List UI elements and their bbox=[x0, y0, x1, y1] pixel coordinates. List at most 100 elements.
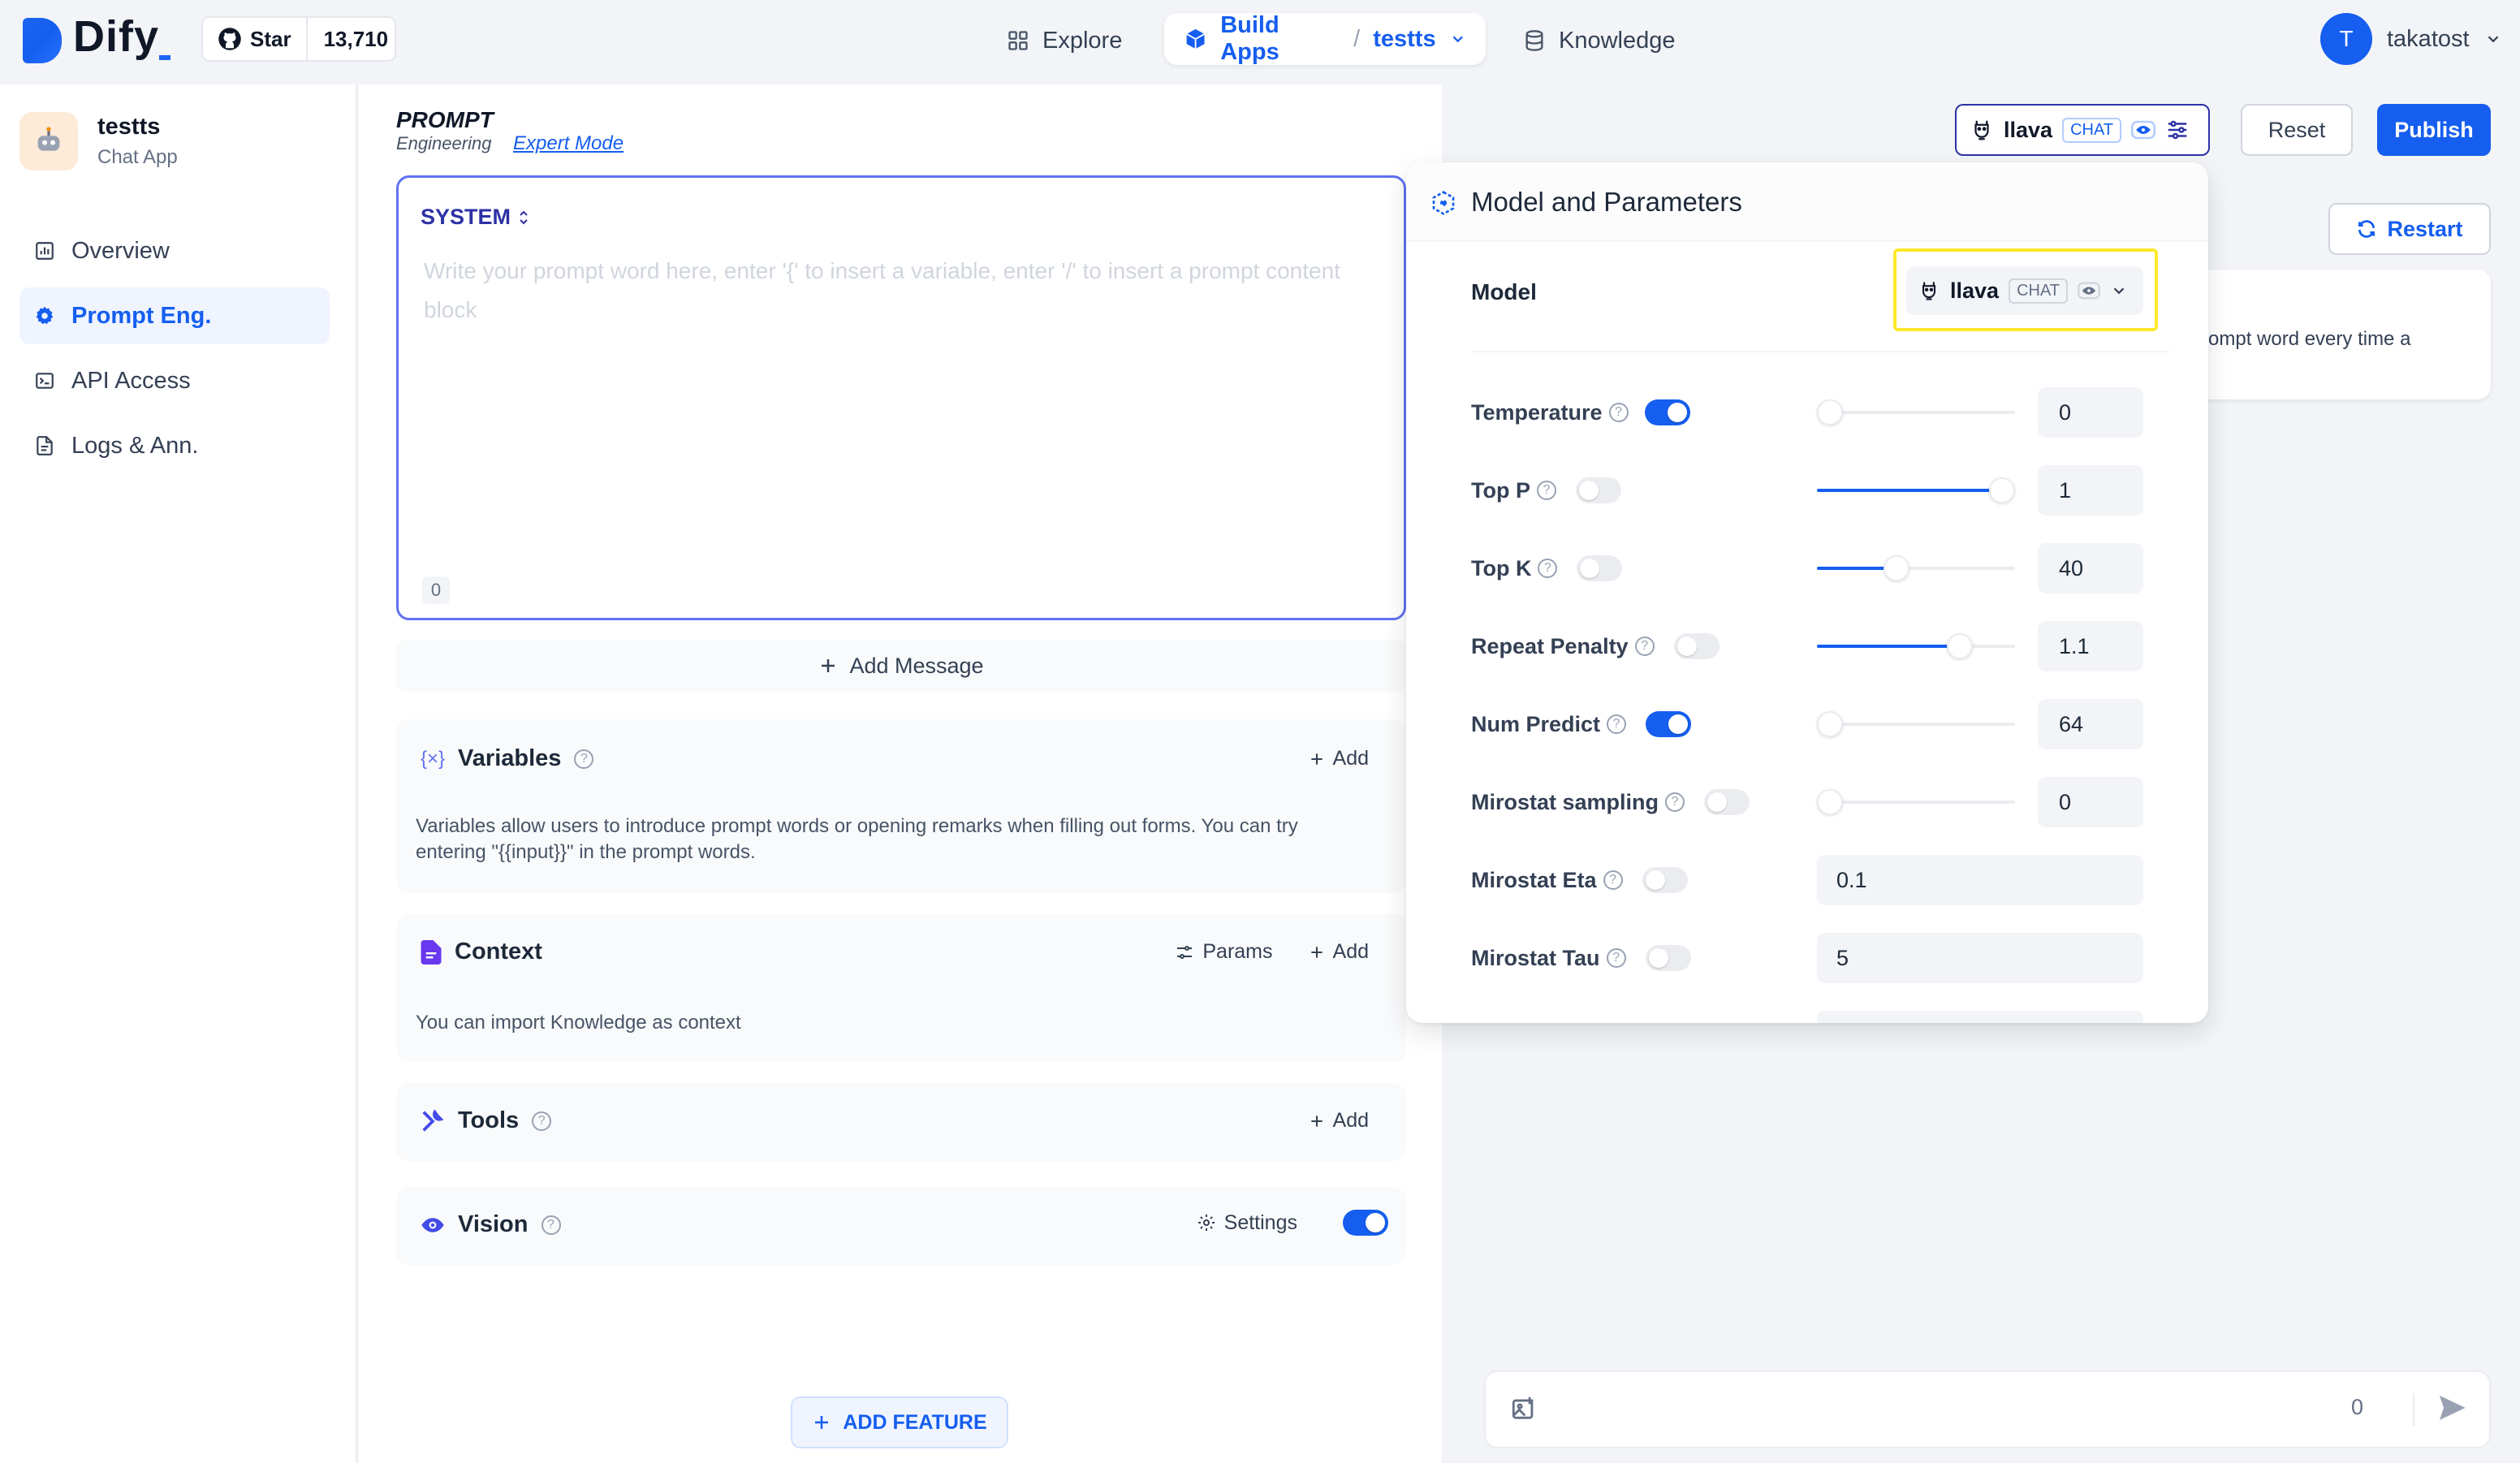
nav-knowledge[interactable]: Knowledge bbox=[1523, 16, 1676, 65]
param-value-input[interactable]: 5 bbox=[1817, 933, 2143, 983]
nav-build-apps-label: Build Apps bbox=[1220, 12, 1279, 65]
context-add-button[interactable]: Add bbox=[1309, 940, 1369, 964]
param-num-predict: Num Predict ? bbox=[1471, 711, 1692, 737]
help-icon[interactable]: ? bbox=[532, 1111, 552, 1131]
param-toggle[interactable] bbox=[1704, 789, 1750, 815]
github-star-widget[interactable]: Star 13,710 bbox=[201, 16, 396, 62]
dify-logo-mark[interactable] bbox=[23, 18, 62, 63]
plus-icon bbox=[1310, 946, 1323, 958]
avatar[interactable]: T bbox=[2320, 13, 2372, 65]
vision-settings-button[interactable]: Settings bbox=[1197, 1211, 1297, 1235]
param-slider[interactable] bbox=[1817, 555, 2015, 581]
param-value-input[interactable]: 0 bbox=[2038, 777, 2143, 827]
variables-add-button[interactable]: Add bbox=[1309, 747, 1369, 770]
brand-underscore bbox=[159, 55, 170, 60]
param-mirostat-tau: Mirostat Tau ? bbox=[1471, 945, 1691, 971]
param-toggle[interactable] bbox=[1642, 867, 1688, 893]
chevron-down-icon[interactable] bbox=[1449, 30, 1466, 48]
param-value-input-partial bbox=[1817, 1011, 2143, 1023]
send-icon[interactable] bbox=[2436, 1392, 2468, 1424]
publish-button[interactable]: Publish bbox=[2377, 104, 2491, 156]
nav-build-apps[interactable]: Build Apps / testts bbox=[1164, 12, 1486, 65]
app-name: testts bbox=[97, 114, 161, 140]
param-toggle[interactable] bbox=[1575, 477, 1621, 503]
sidebar-item-label: Overview bbox=[71, 237, 170, 264]
sidebar-item-logs[interactable]: Logs & Ann. bbox=[19, 417, 330, 474]
chevron-down-icon bbox=[2488, 36, 2498, 43]
tools-card: Tools ? Add bbox=[396, 1083, 1406, 1161]
sidebar-item-prompt-eng[interactable]: Prompt Eng. bbox=[19, 287, 330, 344]
star-label: Star bbox=[250, 26, 291, 51]
add-label: Add bbox=[1332, 1109, 1369, 1132]
param-toggle[interactable] bbox=[1646, 711, 1692, 737]
param-top-p: Top P ? bbox=[1471, 477, 1621, 503]
param-slider[interactable] bbox=[1817, 789, 2015, 815]
nav-explore[interactable]: Explore bbox=[1007, 16, 1122, 65]
system-prompt-box[interactable] bbox=[396, 175, 1406, 620]
help-icon[interactable]: ? bbox=[1607, 714, 1627, 734]
param-label: Repeat Penalty bbox=[1471, 633, 1629, 658]
help-icon[interactable]: ? bbox=[1665, 792, 1685, 812]
model-name: llava bbox=[2004, 117, 2053, 142]
param-value-input[interactable]: 1 bbox=[2038, 465, 2143, 516]
help-icon[interactable]: ? bbox=[1603, 870, 1623, 890]
help-icon[interactable]: ? bbox=[1538, 559, 1558, 578]
context-description: You can import Knowledge as context bbox=[416, 1012, 741, 1034]
sliders-icon[interactable] bbox=[2165, 118, 2190, 142]
help-icon[interactable]: ? bbox=[1536, 481, 1556, 500]
help-icon[interactable]: ? bbox=[574, 749, 594, 769]
input-char-count: 0 bbox=[2351, 1395, 2364, 1419]
param-toggle[interactable] bbox=[1577, 555, 1623, 581]
top-bar: Dify Star 13,710 Explore Build Apps / te… bbox=[0, 0, 2520, 84]
page-title: PROMPT bbox=[396, 107, 494, 132]
add-feature-label: ADD FEATURE bbox=[843, 1410, 987, 1434]
help-icon[interactable]: ? bbox=[541, 1215, 561, 1235]
variables-card: {×} Variables ? Add Variables allow user… bbox=[396, 719, 1406, 893]
param-toggle[interactable] bbox=[1645, 945, 1691, 971]
param-slider[interactable] bbox=[1817, 633, 2015, 659]
sidebar-item-overview[interactable]: Overview bbox=[19, 222, 330, 279]
tools-add-button[interactable]: Add bbox=[1309, 1109, 1369, 1133]
add-feature-button[interactable]: ADD FEATURE bbox=[791, 1396, 1008, 1448]
restart-button[interactable]: Restart bbox=[2328, 203, 2491, 255]
terminal-icon bbox=[36, 373, 54, 389]
param-value-input[interactable]: 40 bbox=[2038, 543, 2143, 593]
param-value-input[interactable]: 0 bbox=[2038, 387, 2143, 438]
image-upload-icon[interactable] bbox=[1510, 1395, 1538, 1422]
param-slider[interactable] bbox=[1817, 711, 2015, 737]
expert-mode-link[interactable]: Expert Mode bbox=[513, 132, 624, 155]
reset-button[interactable]: Reset bbox=[2241, 104, 2353, 156]
param-value-input[interactable]: 0.1 bbox=[1817, 855, 2143, 905]
help-icon[interactable]: ? bbox=[1634, 637, 1655, 656]
user-name: takatost bbox=[2387, 25, 2470, 52]
param-slider[interactable] bbox=[1817, 399, 2015, 425]
current-app-name[interactable]: testts bbox=[1373, 26, 1435, 53]
llama-icon bbox=[1922, 282, 1936, 300]
chat-input[interactable] bbox=[1484, 1370, 2491, 1448]
param-value-input[interactable]: 1.1 bbox=[2038, 621, 2143, 671]
grid-icon bbox=[1008, 31, 1028, 50]
user-menu[interactable]: T takatost bbox=[2320, 13, 2502, 65]
model-selector-chip[interactable]: llava CHAT bbox=[1955, 104, 2210, 156]
param-label: Mirostat sampling bbox=[1471, 789, 1659, 814]
param-label: Top P bbox=[1471, 477, 1530, 503]
help-icon[interactable]: ? bbox=[1608, 403, 1629, 422]
brand-name[interactable]: Dify bbox=[73, 11, 159, 62]
param-toggle[interactable] bbox=[1673, 633, 1720, 659]
variable-icon: {×} bbox=[421, 747, 446, 770]
role-selector[interactable]: SYSTEM bbox=[421, 205, 530, 230]
vision-card: Vision ? Settings bbox=[396, 1187, 1406, 1265]
context-params-button[interactable]: Params bbox=[1175, 940, 1273, 964]
param-value-input[interactable]: 64 bbox=[2038, 699, 2143, 749]
sidebar-item-label: Prompt Eng. bbox=[71, 302, 212, 329]
param-mirostat-eta: Mirostat Eta ? bbox=[1471, 867, 1688, 893]
plus-icon bbox=[815, 1416, 829, 1429]
param-slider[interactable] bbox=[1817, 477, 2015, 503]
add-message-button[interactable]: Add Message bbox=[396, 640, 1406, 692]
system-prompt-input[interactable]: Write your prompt word here, enter '{' t… bbox=[424, 252, 1366, 330]
help-icon[interactable]: ? bbox=[1606, 948, 1626, 968]
model-select[interactable]: llava CHAT bbox=[1906, 266, 2143, 315]
sidebar-item-api-access[interactable]: API Access bbox=[19, 352, 330, 409]
param-toggle[interactable] bbox=[1644, 399, 1690, 425]
vision-toggle[interactable] bbox=[1343, 1210, 1388, 1236]
